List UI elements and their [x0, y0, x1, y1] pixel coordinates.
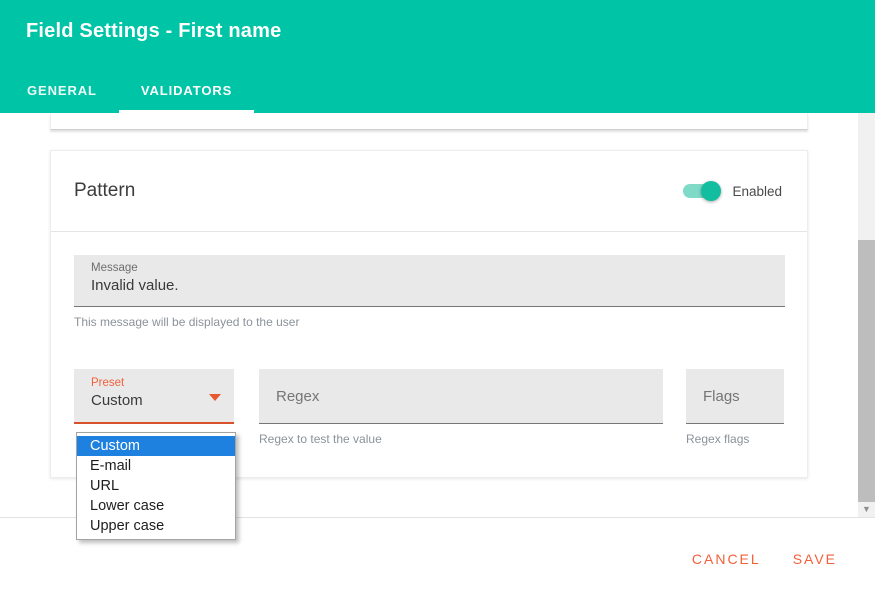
preset-dropdown-list: Custom E-mail URL Lower case Upper case: [76, 432, 236, 540]
dropdown-option-upper-case[interactable]: Upper case: [77, 516, 235, 536]
previous-card-edge: [50, 113, 808, 130]
enabled-toggle-row: Enabled: [683, 151, 782, 231]
flags-column: Flags Regex flags: [686, 369, 784, 446]
page-title: Field Settings - First name: [26, 20, 281, 43]
flags-helper-text: Regex flags: [686, 432, 784, 446]
enabled-toggle[interactable]: [683, 184, 719, 198]
field-settings-modal: Field Settings - First name GENERAL VALI…: [0, 0, 875, 602]
enabled-toggle-label: Enabled: [732, 184, 782, 199]
message-helper-text: This message will be displayed to the us…: [74, 315, 784, 329]
regex-helper-text: Regex to test the value: [259, 432, 663, 446]
scrollbar-down-arrow-icon[interactable]: ▼: [858, 502, 875, 516]
footer-buttons: CANCEL SAVE: [692, 551, 837, 567]
preset-select[interactable]: Preset Custom: [74, 369, 234, 424]
dropdown-option-lower-case[interactable]: Lower case: [77, 496, 235, 516]
pattern-card-body: Message Invalid value. This message will…: [51, 232, 807, 446]
pattern-card: Pattern Enabled Message Invalid value. T…: [50, 150, 808, 478]
scrollbar-thumb[interactable]: [858, 240, 875, 502]
tab-general[interactable]: GENERAL: [5, 68, 119, 113]
regex-input[interactable]: Regex: [259, 369, 663, 424]
cancel-button[interactable]: CANCEL: [692, 551, 761, 567]
tab-validators[interactable]: VALIDATORS: [119, 68, 254, 113]
message-field[interactable]: Message Invalid value.: [74, 255, 785, 307]
message-field-label: Message: [91, 262, 785, 274]
toggle-knob: [701, 181, 721, 201]
dropdown-option-url[interactable]: URL: [77, 476, 235, 496]
pattern-title: Pattern: [74, 151, 135, 231]
vertical-scrollbar[interactable]: ▼: [858, 113, 875, 517]
preset-select-label: Preset: [91, 377, 234, 389]
chevron-down-icon: [209, 394, 221, 401]
dropdown-option-email[interactable]: E-mail: [77, 456, 235, 476]
modal-header: Field Settings - First name GENERAL VALI…: [0, 0, 875, 113]
message-field-value: Invalid value.: [91, 277, 785, 294]
tab-bar: GENERAL VALIDATORS: [5, 68, 254, 113]
save-button[interactable]: SAVE: [793, 551, 837, 567]
pattern-card-header: Pattern Enabled: [51, 151, 807, 232]
dropdown-option-custom[interactable]: Custom: [77, 436, 235, 456]
regex-column: Regex Regex to test the value: [259, 369, 663, 446]
flags-input[interactable]: Flags: [686, 369, 784, 424]
